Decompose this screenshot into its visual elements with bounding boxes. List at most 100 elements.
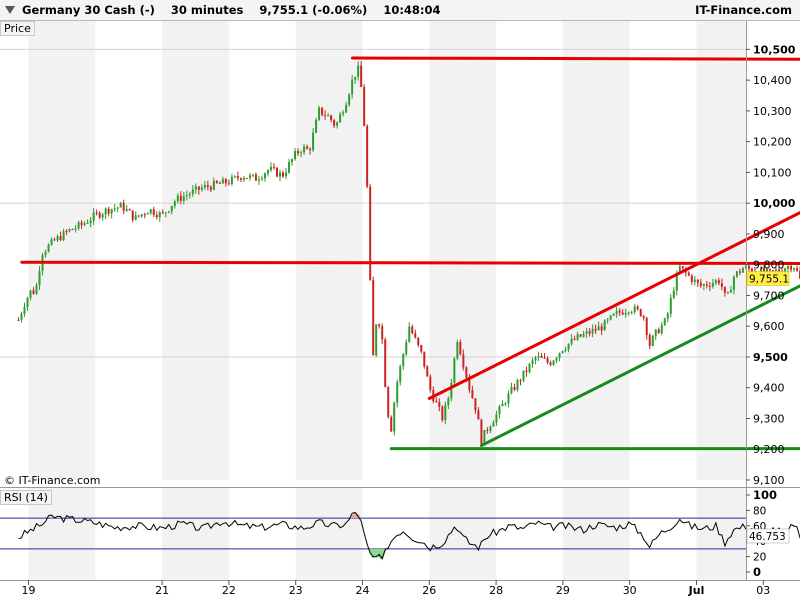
candle-body <box>729 289 732 293</box>
candle-body <box>501 403 504 407</box>
candle-body <box>603 320 606 331</box>
price-tick-label: 9,700 <box>753 289 785 302</box>
candle-body <box>285 172 288 177</box>
candle-body <box>435 401 438 403</box>
candle-body <box>612 313 615 316</box>
candle-body <box>191 189 194 195</box>
candle-body <box>309 149 312 151</box>
candle-body <box>787 266 790 269</box>
time-tick-label: 03 <box>756 584 770 597</box>
price-tick-label: 10,300 <box>753 105 792 118</box>
candle-body <box>393 402 396 432</box>
session-background-layer <box>28 21 746 580</box>
candle-body <box>71 229 74 231</box>
candle-body <box>477 410 480 420</box>
candle-body <box>723 286 726 293</box>
candle-body <box>221 179 224 184</box>
candle-body <box>360 65 363 88</box>
candle-body <box>80 222 83 225</box>
chart-header: Germany 30 Cash (-) 30 minutes 9,755.1 (… <box>0 0 800 21</box>
candle-body <box>597 326 600 331</box>
candle-body <box>179 195 182 201</box>
candle-body <box>420 345 423 352</box>
menu-triangle-icon[interactable] <box>5 6 15 14</box>
price-tick-label: 10,100 <box>753 166 792 179</box>
candle-body <box>95 212 98 214</box>
candle-body <box>176 195 179 202</box>
candle-body <box>534 357 537 361</box>
candle-body <box>236 176 239 179</box>
candle-body <box>330 115 333 121</box>
candles-layer <box>17 61 800 446</box>
candle-body <box>660 325 663 334</box>
candle-body <box>579 334 582 337</box>
rsi-tick-label: 100 <box>753 488 777 502</box>
candle-body <box>459 342 462 355</box>
price-tick-label: 9,400 <box>753 382 785 395</box>
candle-body <box>735 271 738 277</box>
time-tick-label: 21 <box>155 584 169 597</box>
candle-body <box>98 212 101 218</box>
candle-body <box>426 366 429 377</box>
candle-body <box>248 175 251 179</box>
candle-body <box>119 203 122 208</box>
candle-body <box>492 422 495 427</box>
time-tick-label: 28 <box>489 584 503 597</box>
candle-body <box>149 209 152 214</box>
candle-body <box>321 107 324 115</box>
time-tick-label: 23 <box>289 584 303 597</box>
candle-body <box>260 178 263 180</box>
candle-body <box>32 290 35 294</box>
candle-body <box>212 180 215 190</box>
price-tick-label: 9,600 <box>753 320 785 333</box>
candle-body <box>657 329 660 334</box>
candle-body <box>113 208 116 210</box>
candle-body <box>68 229 71 232</box>
candle-body <box>693 279 696 282</box>
rsi-tick-label: 80 <box>753 505 766 517</box>
candle-body <box>327 115 330 117</box>
candle-body <box>20 313 23 321</box>
candle-body <box>699 282 702 286</box>
candle-body <box>402 354 405 367</box>
candle-body <box>366 125 369 187</box>
candle-body <box>275 167 278 177</box>
instrument-name: Germany 30 Cash (-) <box>22 3 155 17</box>
candle-body <box>164 212 167 214</box>
last-value: 9,755.1 (-0.06%) <box>259 3 368 17</box>
candle-body <box>390 416 393 432</box>
candle-body <box>498 406 501 415</box>
candle-body <box>507 393 510 404</box>
candle-body <box>128 209 131 211</box>
candle-body <box>681 266 684 269</box>
rsi-pane-label[interactable]: RSI (14) <box>0 490 52 505</box>
candle-body <box>29 290 32 299</box>
candle-body <box>269 166 272 171</box>
candle-body <box>357 65 360 77</box>
candle-body <box>531 360 534 364</box>
price-tick-label: 10,000 <box>753 197 796 210</box>
price-pane-label[interactable]: Price <box>0 21 35 36</box>
candle-body <box>23 307 26 314</box>
candle-body <box>561 350 564 353</box>
candle-body <box>233 176 236 178</box>
candle-body <box>600 326 603 331</box>
candle-body <box>125 209 128 211</box>
candle-body <box>717 280 720 284</box>
candle-body <box>714 280 717 284</box>
candle-body <box>444 405 447 421</box>
candle-body <box>167 211 170 213</box>
candle-body <box>708 285 711 287</box>
candle-body <box>62 231 65 241</box>
candle-body <box>294 151 297 160</box>
candle-body <box>137 215 140 217</box>
session-shade <box>162 21 229 480</box>
candle-body <box>155 214 158 218</box>
candle-body <box>585 331 588 334</box>
candle-body <box>790 266 793 270</box>
chart-root: 10,500 10,400 10,300 10,200 10,100 10,000 9,90… <box>0 0 800 600</box>
candle-body <box>288 162 291 173</box>
candle-body <box>300 152 303 154</box>
candle-body <box>546 358 549 363</box>
candle-body <box>134 215 137 220</box>
